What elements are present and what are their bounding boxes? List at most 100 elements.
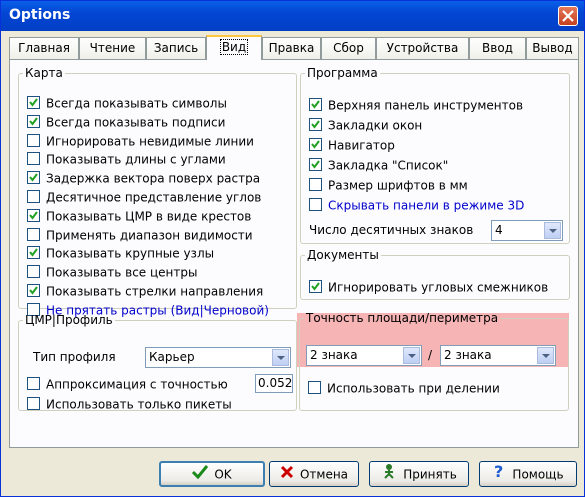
tab-1[interactable]: Чтение <box>79 37 146 59</box>
perimeter-precision-value: 2 знака <box>444 348 492 362</box>
checkbox[interactable] <box>309 178 322 191</box>
tab-2[interactable]: Запись <box>146 37 206 59</box>
tab-6[interactable]: Устройства <box>376 37 469 59</box>
checkbox-row[interactable]: Применять диапазон видимости <box>27 226 253 244</box>
checkbox-checked[interactable] <box>27 171 40 185</box>
checkbox-row[interactable]: Показывать крупные узлы <box>27 244 214 262</box>
checkbox-row[interactable]: Всегда показывать подписи <box>27 113 225 131</box>
tab-label: Вид <box>219 39 249 55</box>
checkbox-label: Десятичное представление углов <box>46 190 262 205</box>
checkmark-icon <box>29 117 38 126</box>
checkbox-label: Показывать стрелки направления <box>46 284 264 299</box>
window-title: Options <box>9 7 71 23</box>
checkbox-label: Скрывать панели в режиме 3D <box>328 198 525 213</box>
checkmark-icon <box>29 248 38 258</box>
checkbox-checked[interactable] <box>27 208 40 222</box>
checkbox-row[interactable]: Игнорировать угловых смежников <box>309 278 548 296</box>
checkbox-checked[interactable] <box>27 284 40 297</box>
checkbox-label: Игнорировать угловых смежников <box>328 280 549 295</box>
profile-type-select[interactable]: Карьер <box>145 347 291 368</box>
checkbox-row[interactable]: Показывать ЦМР в виде крестов <box>27 207 251 225</box>
svg-text:?: ? <box>494 463 503 479</box>
checkbox-checked[interactable] <box>309 280 322 293</box>
checkbox-row[interactable]: Показывать все центры <box>27 263 197 281</box>
checkbox[interactable] <box>309 198 322 211</box>
checkmark-icon <box>29 173 38 182</box>
perimeter-precision-select[interactable]: 2 знака <box>440 345 556 366</box>
pickets-checkbox-row[interactable]: Использовать только пикеты <box>27 395 232 413</box>
tab-label: Запись <box>153 41 199 55</box>
checkbox-row[interactable]: Размер шрифтов в мм <box>309 176 468 194</box>
chevron-down-icon[interactable] <box>544 222 561 239</box>
area-precision-select[interactable]: 2 знака <box>306 345 422 366</box>
checkbox[interactable] <box>27 190 40 203</box>
tab-7[interactable]: Ввод <box>469 37 526 59</box>
checkbox-label: Навигатор <box>328 138 395 153</box>
tab-0[interactable]: Главная <box>9 37 79 59</box>
chevron-down-icon[interactable] <box>537 347 554 364</box>
checkbox-row[interactable]: Показывать стрелки направления <box>27 282 263 300</box>
profile-type-label: Тип профиля <box>33 350 116 364</box>
tab-label: Вывод <box>532 41 573 55</box>
approx-checkbox[interactable] <box>27 377 40 390</box>
checkbox-row[interactable]: Верхняя панель инструментов <box>309 96 523 114</box>
tab-4[interactable]: Правка <box>262 37 321 59</box>
checkbox-row[interactable]: Навигатор <box>309 136 395 154</box>
checkbox-checked[interactable] <box>309 158 322 171</box>
close-button[interactable] <box>558 6 578 26</box>
decimals-select[interactable]: 4 <box>491 220 563 241</box>
documents-group: Документы Игнорировать угловых смежников <box>300 248 570 300</box>
profile-type-value: Карьер <box>149 350 195 364</box>
approx-checkbox-row[interactable]: Аппроксимация с точностью <box>27 375 228 393</box>
title-bar[interactable]: Options <box>1 1 584 31</box>
cancel-button[interactable]: Отмена <box>269 461 359 487</box>
checkbox-checked[interactable] <box>27 246 40 260</box>
checkbox-label: Показывать все центры <box>46 265 198 280</box>
apply-button[interactable]: Принять <box>369 461 469 487</box>
checkbox-label: Показывать крупные узлы <box>46 246 215 261</box>
checkbox-checked[interactable] <box>27 114 40 128</box>
x-cross-icon <box>280 463 294 487</box>
checkbox-row[interactable]: Задержка вектора поверх растра <box>27 169 260 187</box>
checkbox-checked[interactable] <box>27 96 40 109</box>
checkmark-icon <box>311 140 320 149</box>
checkbox-row[interactable]: Показывать длины с углами <box>27 150 226 168</box>
decimals-value: 4 <box>495 223 503 237</box>
ok-button[interactable]: OK <box>159 461 265 487</box>
checkbox-row[interactable]: Всегда показывать символы <box>27 94 227 112</box>
checkbox[interactable] <box>27 133 40 147</box>
chevron-down-icon[interactable] <box>403 347 420 364</box>
approx-label: Аппроксимация с точностью <box>46 377 228 392</box>
checkmark-icon <box>29 286 38 295</box>
tab-8[interactable]: Вывод <box>526 37 579 59</box>
area-precision-value: 2 знака <box>310 348 358 362</box>
pickets-checkbox[interactable] <box>27 397 40 410</box>
checkmark-icon <box>192 464 209 486</box>
approx-precision-input[interactable]: 0.052 <box>255 374 293 393</box>
tab-5[interactable]: Сбор <box>321 37 376 59</box>
checkbox-row[interactable]: Закладки окон <box>309 116 422 134</box>
checkbox[interactable] <box>27 152 40 166</box>
checkbox-row[interactable]: Десятичное представление углов <box>27 188 261 206</box>
checkbox-checked[interactable] <box>309 118 322 131</box>
checkbox-label: Показывать длины с углами <box>46 152 226 167</box>
options-dialog: Options Главная Чтение Запись Вид Правка Сбор… <box>0 0 585 497</box>
checkbox[interactable] <box>27 265 40 279</box>
checkbox-label: Показывать ЦМР в виде крестов <box>46 209 252 224</box>
checkmark-icon <box>311 120 320 129</box>
chevron-down-icon[interactable] <box>272 349 289 366</box>
use-in-division-checkbox[interactable] <box>308 381 321 394</box>
help-button[interactable]: ? Помощь <box>479 461 577 487</box>
checkbox-row[interactable]: Скрывать панели в режиме 3D <box>309 196 524 214</box>
checkbox-label: Размер шрифтов в мм <box>328 178 468 193</box>
use-in-division-row[interactable]: Использовать при делении <box>308 379 500 397</box>
checkbox-checked[interactable] <box>309 98 322 111</box>
tab-label: Главная <box>18 41 70 55</box>
checkbox-row[interactable]: Игнорировать невидимые линии <box>27 132 254 150</box>
checkbox-row[interactable]: Закладка "Список" <box>309 156 448 174</box>
checkbox[interactable] <box>27 227 40 241</box>
tab-3[interactable]: Вид <box>206 35 262 60</box>
checkbox-checked[interactable] <box>309 138 322 151</box>
tab-label: Правка <box>268 41 315 55</box>
help-label: Помощь <box>512 467 564 482</box>
